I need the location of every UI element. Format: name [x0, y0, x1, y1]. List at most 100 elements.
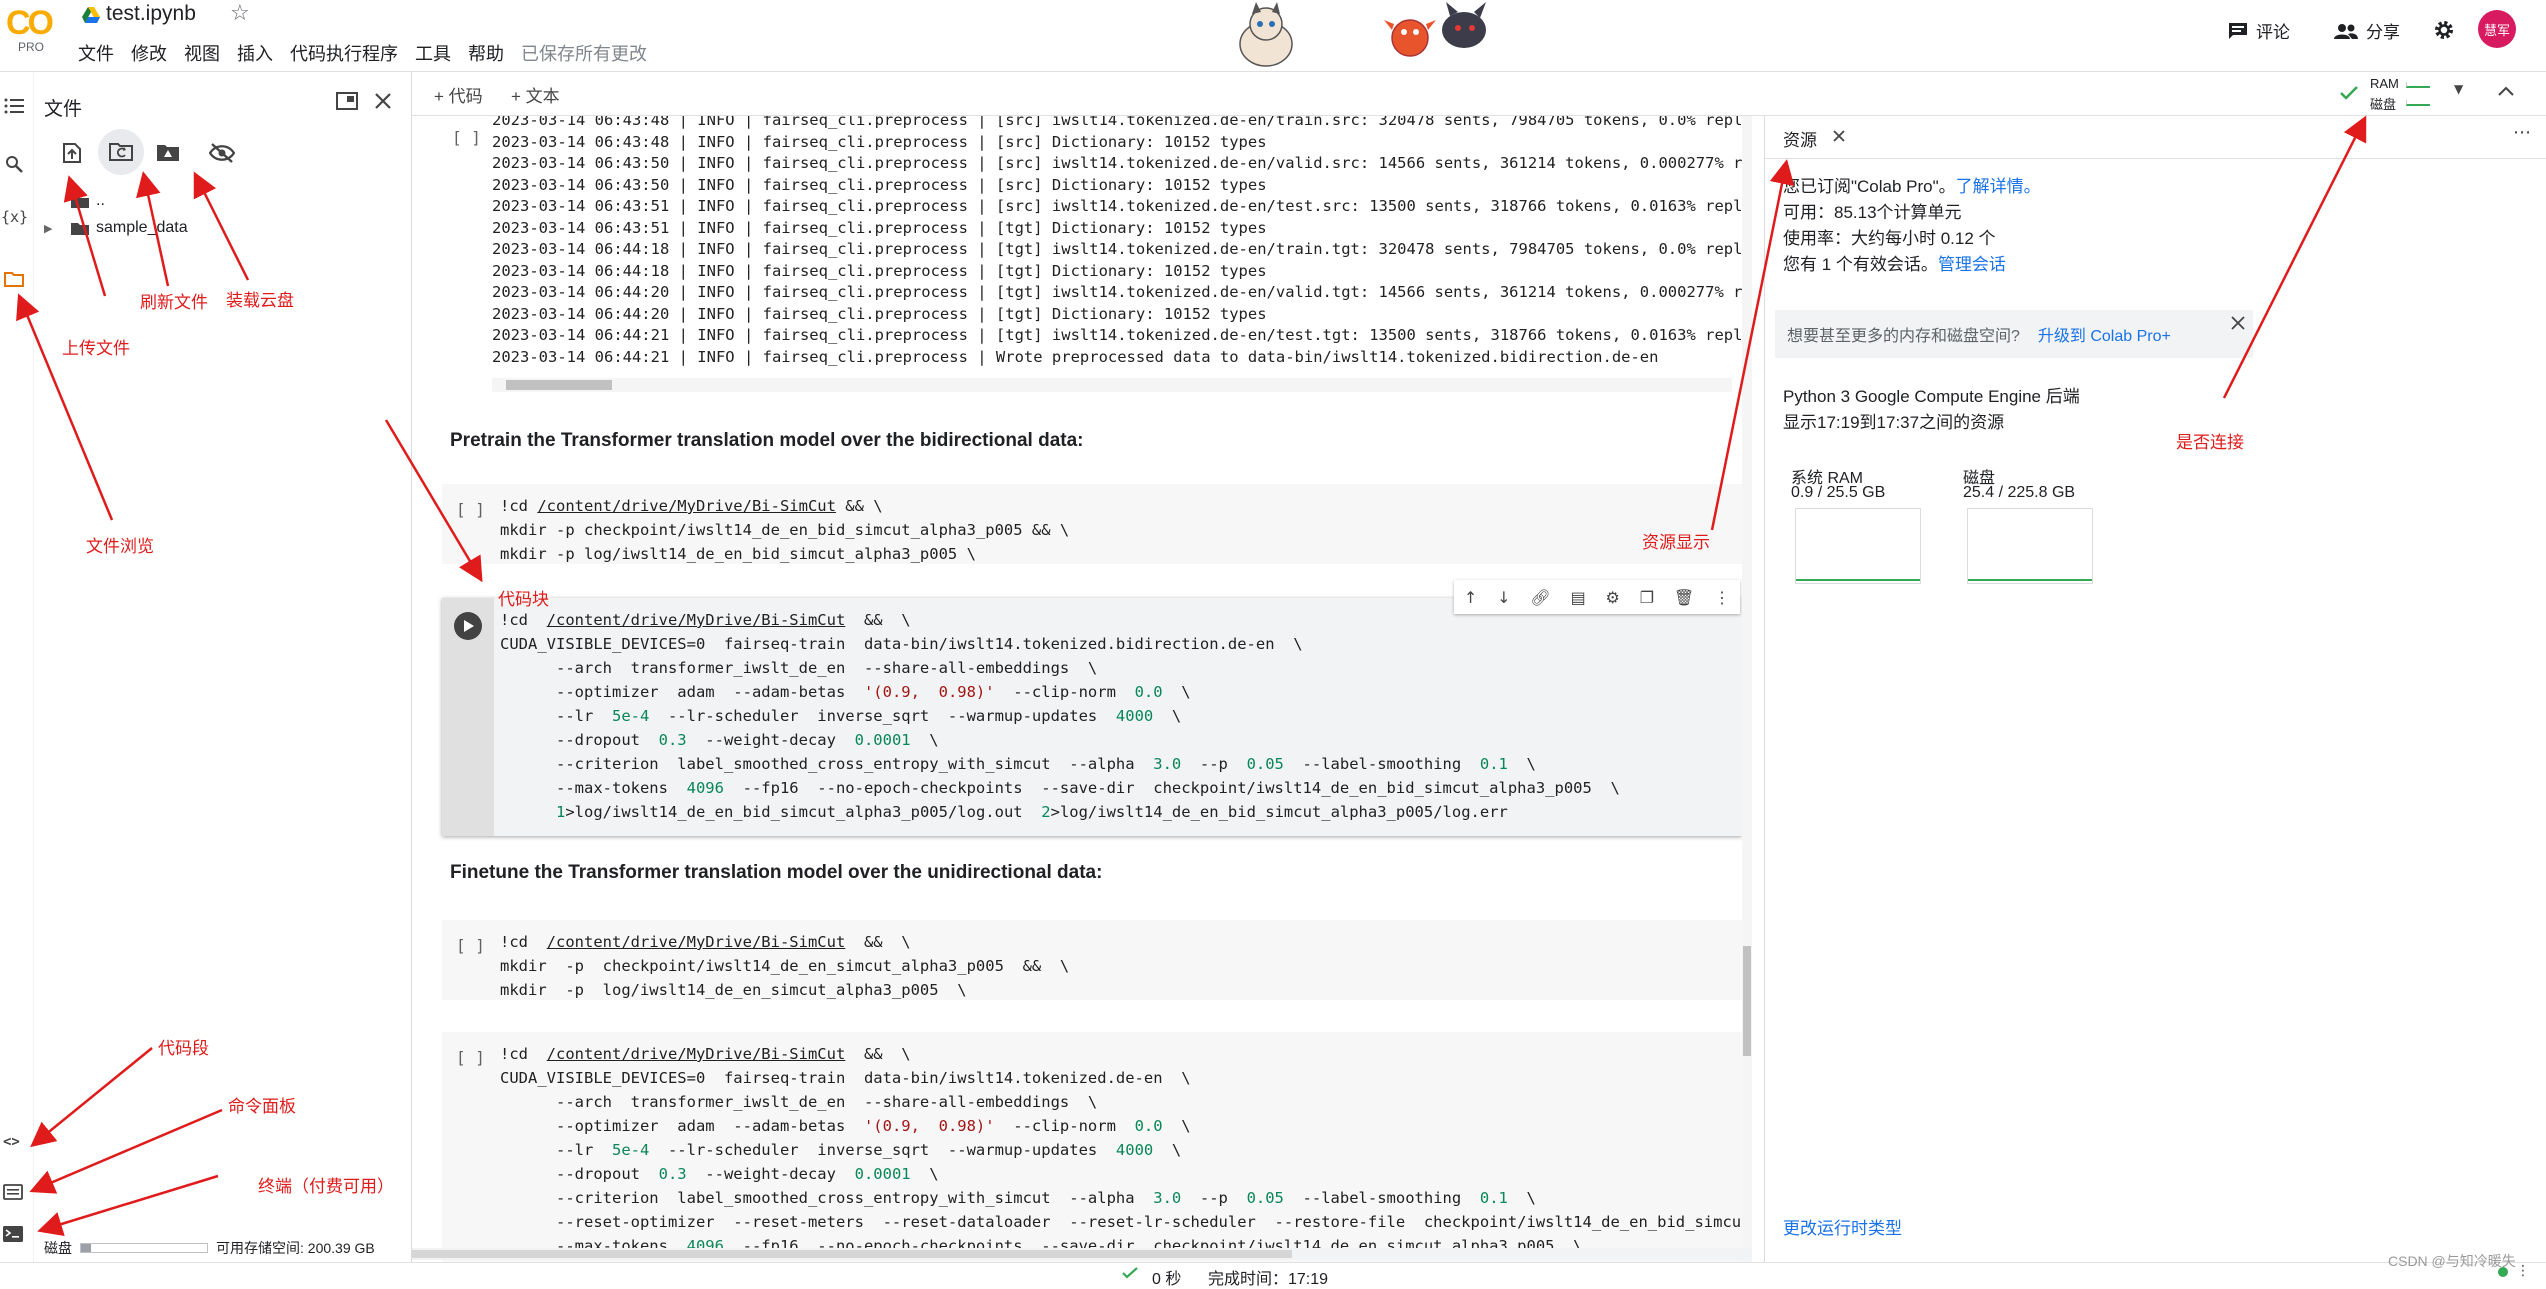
code-line[interactable]: --criterion label_smoothed_cross_entropy… — [500, 752, 1620, 776]
star-icon[interactable]: ☆ — [230, 1, 250, 26]
more-options-icon[interactable]: ⋯ — [2513, 122, 2531, 143]
refresh-files-button[interactable] — [98, 129, 144, 175]
menu-view[interactable]: 视图 — [184, 40, 220, 66]
menu-tools[interactable]: 工具 — [415, 40, 451, 66]
code-line[interactable]: --reset-optimizer --reset-meters --reset… — [500, 1210, 1752, 1234]
runtime-status[interactable]: RAM 磁盘 ▼ — [2340, 76, 2480, 114]
tree-folder-sample-data[interactable]: sample_data — [96, 219, 188, 237]
annotation-mount: 装载云盘 — [226, 291, 294, 310]
menu-insert[interactable]: 插入 — [237, 40, 273, 66]
code-line[interactable]: --lr 5e-4 --lr-scheduler inverse_sqrt --… — [500, 704, 1620, 728]
close-icon[interactable] — [374, 92, 392, 110]
settings-gear-icon[interactable] — [2433, 19, 2455, 41]
open-in-tab-icon[interactable] — [336, 92, 358, 110]
terminal-icon[interactable] — [3, 1226, 23, 1242]
more-icon[interactable]: ⋮ — [2516, 1263, 2530, 1279]
search-icon[interactable] — [5, 155, 23, 173]
notebook-title[interactable]: test.ipynb — [106, 2, 196, 26]
code-line[interactable]: --dropout 0.3 --weight-decay 0.0001 \ — [500, 1162, 1752, 1186]
share-button[interactable]: 分享 — [2334, 18, 2400, 43]
cell-code[interactable]: !cd /content/drive/MyDrive/Bi-SimCut && … — [500, 1042, 1752, 1258]
move-up-icon[interactable]: ↑ — [1464, 588, 1477, 607]
expand-chevron-icon[interactable]: ▶ — [44, 222, 52, 235]
annotation-resource-display: 资源显示 — [1642, 533, 1710, 552]
output-hscroll[interactable] — [492, 378, 1732, 392]
code-line[interactable]: 1>log/iwslt14_de_en_bid_simcut_alpha3_p0… — [500, 800, 1620, 824]
change-runtime-link[interactable]: 更改运行时类型 — [1783, 1214, 1902, 1239]
output-hscroll-thumb[interactable] — [506, 380, 612, 390]
more-options-icon[interactable]: ⋮ — [1714, 588, 1730, 607]
notebook-scrollbar-thumb[interactable] — [1743, 946, 1751, 1056]
menu-edit[interactable]: 修改 — [131, 40, 167, 66]
folder-icon[interactable] — [4, 271, 24, 287]
code-cell[interactable]: [ ] !cd /content/drive/MyDrive/Bi-SimCut… — [442, 920, 1742, 1000]
code-line[interactable]: --max-tokens 4096 --fp16 --no-epoch-chec… — [500, 776, 1620, 800]
code-snippets-icon[interactable]: <> — [3, 1134, 20, 1150]
notebook-scrollbar[interactable] — [1742, 116, 1752, 1262]
code-line[interactable]: mkdir -p checkpoint/iwslt14_de_en_bid_si… — [500, 518, 1069, 542]
code-line[interactable]: mkdir -p log/iwslt14_de_en_simcut_alpha3… — [500, 978, 1069, 1002]
code-cell-active[interactable]: !cd /content/drive/MyDrive/Bi-SimCut && … — [442, 598, 1742, 836]
cell-prompt[interactable]: [ ] — [456, 1048, 485, 1067]
toggle-hidden-files-button[interactable] — [204, 135, 240, 171]
run-cell-button[interactable] — [454, 612, 482, 640]
code-line[interactable]: --arch transformer_iwslt_de_en --share-a… — [500, 656, 1620, 680]
code-line[interactable]: CUDA_VISIBLE_DEVICES=0 fairseq-train dat… — [500, 1066, 1752, 1090]
add-text-button[interactable]: + 文本 — [511, 82, 560, 107]
saved-status[interactable]: 已保存所有更改 — [521, 40, 647, 66]
menu-runtime[interactable]: 代码执行程序 — [290, 40, 398, 66]
code-line[interactable]: !cd /content/drive/MyDrive/Bi-SimCut && … — [500, 1042, 1752, 1066]
link-icon[interactable]: 🔗︎ — [1530, 588, 1550, 607]
code-line[interactable]: !cd /content/drive/MyDrive/Bi-SimCut && … — [500, 494, 1069, 518]
table-of-contents-icon[interactable] — [4, 98, 24, 114]
collapse-chevron-icon[interactable] — [2498, 86, 2514, 96]
code-line[interactable]: --dropout 0.3 --weight-decay 0.0001 \ — [500, 728, 1620, 752]
comment-icon[interactable]: ▤ — [1571, 588, 1586, 607]
notebook-hscroll[interactable] — [412, 1248, 1752, 1260]
manage-sessions-link[interactable]: 管理会话 — [1938, 255, 2006, 274]
learn-more-link[interactable]: 了解详情。 — [1956, 177, 2041, 196]
code-line[interactable]: CUDA_VISIBLE_DEVICES=0 fairseq-train dat… — [500, 632, 1620, 656]
cell-code[interactable]: !cd /content/drive/MyDrive/Bi-SimCut && … — [500, 930, 1069, 1002]
runtime-dropdown-icon[interactable]: ▼ — [2454, 82, 2463, 96]
cell-prompt[interactable]: [ ] — [456, 500, 485, 519]
cell-prompt[interactable]: [ ] — [456, 936, 485, 955]
output-cell-prompt[interactable]: [ ] — [452, 128, 481, 147]
code-line[interactable]: --optimizer adam --adam-betas '(0.9, 0.9… — [500, 1114, 1752, 1138]
code-cell[interactable]: [ ] !cd /content/drive/MyDrive/Bi-SimCut… — [442, 1032, 1752, 1262]
resources-tab[interactable]: 资源 — [1783, 126, 1817, 151]
code-line[interactable]: --criterion label_smoothed_cross_entropy… — [500, 1186, 1752, 1210]
code-line[interactable]: mkdir -p log/iwslt14_de_en_bid_simcut_al… — [500, 542, 1069, 566]
mirror-cell-icon[interactable]: ❐ — [1640, 588, 1654, 607]
move-down-icon[interactable]: ↓ — [1497, 588, 1510, 607]
code-line[interactable]: --arch transformer_iwslt_de_en --share-a… — [500, 1090, 1752, 1114]
upload-file-button[interactable] — [54, 135, 90, 171]
command-palette-icon[interactable] — [3, 1184, 23, 1200]
add-code-button[interactable]: + 代码 — [434, 82, 483, 107]
code-line[interactable]: mkdir -p checkpoint/iwslt14_de_en_simcut… — [500, 954, 1069, 978]
menu-file[interactable]: 文件 — [78, 40, 114, 66]
subscription-text: 您已订阅"Colab Pro"。 — [1783, 177, 1956, 196]
close-banner-icon[interactable] — [2231, 316, 2245, 330]
notebook-hscroll-thumb[interactable] — [412, 1250, 1292, 1258]
mount-drive-button[interactable] — [150, 135, 186, 171]
comment-button[interactable]: 评论 — [2228, 18, 2290, 43]
markdown-heading: Pretrain the Transformer translation mod… — [450, 430, 1084, 451]
code-line[interactable]: --lr 5e-4 --lr-scheduler inverse_sqrt --… — [500, 1138, 1752, 1162]
code-cell[interactable]: [ ] !cd /content/drive/MyDrive/Bi-SimCut… — [442, 484, 1742, 564]
code-line[interactable]: !cd /content/drive/MyDrive/Bi-SimCut && … — [500, 608, 1620, 632]
cell-code[interactable]: !cd /content/drive/MyDrive/Bi-SimCut && … — [500, 608, 1620, 824]
menu-help[interactable]: 帮助 — [468, 40, 504, 66]
close-tab-icon[interactable] — [1833, 130, 1845, 142]
ram-mini-meter — [2406, 82, 2430, 88]
user-avatar[interactable]: 慧军 — [2478, 10, 2516, 48]
variables-icon[interactable]: {x} — [1, 208, 28, 226]
cell-code[interactable]: !cd /content/drive/MyDrive/Bi-SimCut && … — [500, 494, 1069, 566]
colab-logo[interactable]: CO PRO — [6, 4, 60, 58]
code-line[interactable]: --optimizer adam --adam-betas '(0.9, 0.9… — [500, 680, 1620, 704]
code-line[interactable]: !cd /content/drive/MyDrive/Bi-SimCut && … — [500, 930, 1069, 954]
upgrade-link[interactable]: 升级到 Colab Pro+ — [2038, 322, 2171, 346]
delete-icon[interactable]: 🗑︎ — [1674, 588, 1694, 607]
settings-gear-icon[interactable]: ⚙ — [1606, 588, 1620, 607]
tree-parent[interactable]: .. — [96, 192, 105, 210]
